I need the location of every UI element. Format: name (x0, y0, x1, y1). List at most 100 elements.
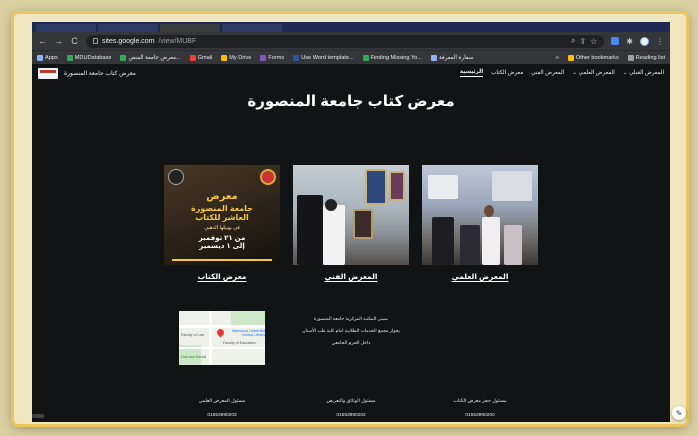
bookmark-item[interactable]: My Drive (221, 54, 251, 61)
reading-list-icon (627, 54, 634, 61)
bookmark-label: Apps (45, 54, 58, 61)
site-page: معرض كتاب جامعة المنصورة الرئيسية معرض ا… (32, 64, 670, 422)
reading-list[interactable]: Reading list (627, 54, 665, 61)
contact-phone[interactable]: 01553990203 (164, 409, 280, 422)
location-line: بجوار مجمع الخدمات الطلابية امام كلية طب… (302, 328, 400, 333)
art-fair-caption[interactable]: المعرض الفني (325, 272, 378, 281)
forward-icon[interactable]: → (54, 36, 63, 46)
nav-tribal-fair-label: المعرض القبلي (629, 70, 664, 76)
back-icon[interactable]: ← (38, 36, 47, 46)
poster-emblem-right (260, 169, 276, 185)
nav-science-fair[interactable]: ⌄ المعرض العلمي (572, 70, 615, 76)
browser-tab-active[interactable] (160, 24, 220, 32)
bookmark-label: Finding Missing Yo... (370, 54, 422, 61)
poster-emblem-left (168, 169, 184, 185)
sheet-icon (66, 54, 73, 61)
map-label: Mansoura University Central Library (232, 329, 265, 337)
reading-list-label: Reading list (635, 54, 665, 61)
map-label: Faculty of Law (181, 333, 205, 337)
map-pin-icon[interactable] (215, 327, 226, 338)
poster-line-2a: جامعة المنصورة (191, 204, 253, 213)
bookmark-label: Forms (268, 54, 285, 61)
bookmark-item[interactable]: معرض جامعة المنص... (120, 54, 181, 61)
bookmark-item[interactable]: سفارة المعرفة (430, 54, 474, 61)
bookmark-item[interactable]: Gmail (189, 54, 213, 61)
bookmark-item[interactable]: Forms (260, 54, 285, 61)
art-fair-photo[interactable] (293, 165, 409, 265)
poster-bar (172, 259, 272, 261)
poster-line-2: جامعة المنصورة العاشر للكتاب (164, 204, 280, 223)
bookmark-label: معرض جامعة المنص... (128, 54, 181, 61)
bookmark-label: Gmail (197, 54, 213, 61)
toolbar: ← → C sites.google.com/view/MUBF ⌕ ⇪ ☆ ✱… (32, 32, 670, 50)
puzzle-icon[interactable]: ✱ (626, 37, 633, 46)
nav-book-fair[interactable]: معرض الكتاب (491, 70, 523, 76)
nav-home[interactable]: الرئيسية (459, 69, 484, 77)
poster-line-2b: العاشر للكتاب (195, 212, 249, 222)
folder-icon (567, 54, 574, 61)
share-icon[interactable]: ⇪ (579, 37, 586, 46)
location-map[interactable]: Mansoura University Central Library Facu… (179, 311, 265, 365)
lock-icon[interactable] (93, 38, 98, 44)
bookmark-item[interactable]: Use Word template... (293, 54, 354, 61)
book-fair-poster[interactable]: معرض جامعة المنصورة العاشر للكتاب في يوبي… (164, 165, 280, 265)
other-bookmarks[interactable]: Other bookmarks (567, 54, 619, 61)
other-bookmarks-label: Other bookmarks (575, 54, 619, 61)
gallery-row: المعرض العلمي المعرض الفني معرض جامعة ال… (32, 165, 670, 281)
browser-tab[interactable] (36, 24, 96, 32)
bookmark-item[interactable]: MDUDatabase (66, 54, 112, 61)
bookmark-star-icon[interactable]: ☆ (590, 37, 597, 46)
nav-tribal-fair[interactable]: ⌄ المعرض القبلي (623, 70, 664, 76)
map-label: Faculty of Education (223, 341, 256, 345)
science-fair-photo[interactable] (422, 165, 538, 265)
browser-tab[interactable] (98, 24, 158, 32)
gallery-card-books[interactable]: معرض جامعة المنصورة العاشر للكتاب في يوبي… (164, 165, 280, 281)
menu-icon[interactable]: ⋮ (656, 37, 664, 46)
map-block: Mansoura University Central Library Facu… (164, 307, 280, 365)
site-header-title[interactable]: معرض كتاب جامعة المنصورة (64, 70, 136, 77)
contacts-row: مسئول حجز معرض الكتاب 01553990200 مسئول … (32, 395, 670, 422)
contact-phone[interactable]: 01553990200 (422, 409, 538, 422)
book-fair-caption[interactable]: معرض الكتاب (198, 272, 247, 281)
profile-avatar[interactable] (640, 36, 649, 46)
forms-icon (260, 54, 267, 61)
edit-pencil-icon[interactable]: ✎ (672, 406, 686, 420)
extension-icon[interactable] (611, 37, 620, 45)
location-line: بمبنى المكتبة المركزية جامعة المنصورة (313, 316, 389, 321)
contact-card: مسئول المعرض العلمي 01553990203 (164, 395, 280, 422)
url-path: /view/MUBF (158, 37, 197, 45)
location-text: بمبنى المكتبة المركزية جامعة المنصورة بج… (302, 313, 400, 349)
browser-tab[interactable] (222, 24, 282, 32)
contact-card: مسئول حجز معرض الكتاب 01553990200 (422, 395, 538, 422)
browser-window: ← → C sites.google.com/view/MUBF ⌕ ⇪ ☆ ✱… (32, 22, 670, 422)
contact-card: مسئول الوثائق والتعريض 01553990202 (293, 395, 409, 422)
poster-line-1: معرض (206, 191, 238, 202)
contact-phone[interactable]: 01553990202 (293, 409, 409, 422)
reload-icon[interactable]: C (70, 36, 79, 46)
page-title: معرض كتاب جامعة المنصورة (247, 93, 455, 110)
bookmarks-more-button[interactable]: » (556, 55, 559, 61)
check-icon (362, 54, 369, 61)
gallery-card-art[interactable]: المعرض الفني (293, 165, 409, 281)
address-bar[interactable]: sites.google.com/view/MUBF ⌕ ⇪ ☆ (86, 34, 605, 48)
bookmark-item[interactable]: Apps (37, 54, 58, 61)
nav-art-fair[interactable]: المعرض الفني (531, 70, 564, 76)
contact-role: مسئول المعرض العلمي (198, 399, 246, 404)
map-label: Oral and Dental (181, 355, 207, 359)
university-logo[interactable] (38, 67, 58, 79)
scroll-thumb[interactable] (32, 414, 44, 418)
bookmark-item[interactable]: Finding Missing Yo... (362, 54, 422, 61)
page-icon (430, 54, 437, 61)
contact-role: مسئول الوثائق والتعريض (326, 399, 376, 404)
poster-date-end: إلى ١ ديسمبر (199, 243, 245, 251)
bookmark-label: MDUDatabase (74, 54, 112, 61)
url-host: sites.google.com (102, 37, 155, 45)
search-icon[interactable]: ⌕ (571, 36, 575, 46)
location-block: بمبنى المكتبة المركزية جامعة المنصورة بج… (293, 307, 409, 365)
apps-icon (37, 54, 43, 61)
bookmark-label: سفارة المعرفة (438, 54, 474, 61)
gallery-card-science[interactable]: المعرض العلمي (422, 165, 538, 281)
science-fair-caption[interactable]: المعرض العلمي (452, 272, 509, 281)
site-nav: الرئيسية معرض الكتاب المعرض الفني ⌄ المع… (459, 69, 664, 77)
